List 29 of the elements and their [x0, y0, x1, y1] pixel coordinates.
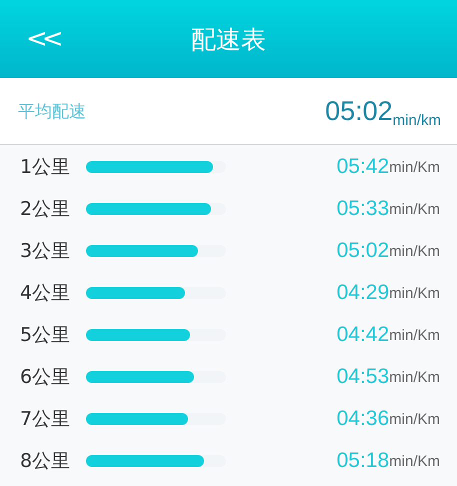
- split-label: 3公里: [20, 239, 72, 264]
- split-label: 2公里: [20, 197, 72, 222]
- split-label: 5公里: [20, 323, 72, 348]
- split-label: 7公里: [20, 407, 72, 432]
- pace-unit: min/Km: [389, 158, 440, 176]
- pace-unit: min/km: [392, 112, 441, 128]
- page-title: 配速表: [191, 24, 266, 56]
- pace-unit: min/Km: [389, 284, 440, 302]
- average-pace-label: 平均配速: [18, 100, 86, 122]
- pace-unit: min/Km: [389, 368, 440, 386]
- split-pace: 04:29: [336, 281, 390, 305]
- split-label: 6公里: [20, 365, 72, 390]
- split-pace: 05:33: [336, 197, 390, 221]
- average-pace-value: 05:02: [325, 96, 393, 126]
- split-pace: 04:36: [336, 407, 390, 431]
- pace-unit: min/Km: [389, 326, 440, 344]
- back-button[interactable]: <<: [22, 24, 62, 54]
- pace-unit: min/Km: [389, 452, 440, 470]
- split-label: 8公里: [20, 449, 72, 474]
- pace-unit: min/Km: [389, 410, 440, 428]
- split-pace: 04:53: [336, 365, 390, 389]
- pace-unit: min/Km: [389, 242, 440, 260]
- split-pace: 05:18: [336, 449, 390, 473]
- split-pace: 05:02: [336, 239, 390, 263]
- split-label: 4公里: [20, 281, 72, 306]
- split-pace: 05:42: [336, 155, 390, 179]
- split-label: 1公里: [20, 155, 72, 180]
- pace-unit: min/Km: [389, 200, 440, 218]
- split-pace: 04:42: [336, 323, 390, 347]
